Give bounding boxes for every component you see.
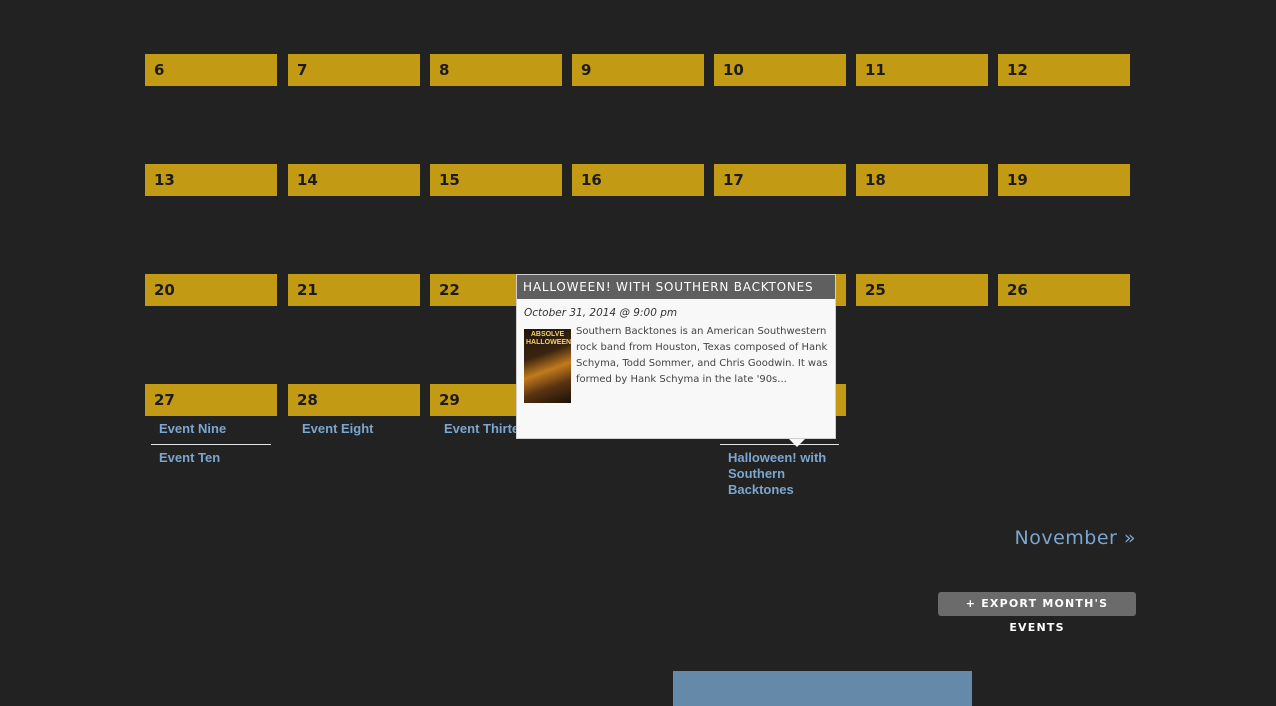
day-header-10[interactable]: 10 xyxy=(714,54,846,86)
event-link[interactable]: Event Ten xyxy=(159,450,220,466)
day-header-28[interactable]: 28 xyxy=(288,384,420,416)
poster-text: ABSOLVE HALLOWEEN xyxy=(526,331,571,346)
tooltip-title: Halloween! with Southern Backtones xyxy=(517,275,835,299)
day-header-16[interactable]: 16 xyxy=(572,164,704,196)
day-header-21[interactable]: 21 xyxy=(288,274,420,306)
day-header-26[interactable]: 26 xyxy=(998,274,1130,306)
event-divider xyxy=(720,444,839,445)
day-header-7[interactable]: 7 xyxy=(288,54,420,86)
event-divider xyxy=(151,444,271,445)
tooltip-arrow-icon xyxy=(789,439,805,447)
day-header-18[interactable]: 18 xyxy=(856,164,988,196)
day-header-6[interactable]: 6 xyxy=(145,54,277,86)
day-header-17[interactable]: 17 xyxy=(714,164,846,196)
day-header-25[interactable]: 25 xyxy=(856,274,988,306)
tooltip-description: Southern Backtones is an American Southw… xyxy=(576,326,828,385)
day-header-8[interactable]: 8 xyxy=(430,54,562,86)
day-header-14[interactable]: 14 xyxy=(288,164,420,196)
day-header-9[interactable]: 9 xyxy=(572,54,704,86)
tooltip-date: October 31, 2014 @ 9:00 pm xyxy=(524,307,678,319)
footer-block xyxy=(673,671,972,706)
event-poster-image: ABSOLVE HALLOWEEN xyxy=(524,329,571,403)
day-header-12[interactable]: 12 xyxy=(998,54,1130,86)
event-link[interactable]: Event Nine xyxy=(159,421,226,437)
event-link[interactable]: Halloween! with Southern Backtones xyxy=(728,450,838,498)
event-link[interactable]: Event Thirte xyxy=(444,421,516,437)
day-header-19[interactable]: 19 xyxy=(998,164,1130,196)
export-month-events-button[interactable]: + Export Month's Events xyxy=(938,592,1136,634)
day-header-11[interactable]: 11 xyxy=(856,54,988,86)
day-header-15[interactable]: 15 xyxy=(430,164,562,196)
event-link[interactable]: Event Eight xyxy=(302,421,374,437)
next-month-link[interactable]: November » xyxy=(1014,527,1136,549)
day-header-27[interactable]: 27 xyxy=(145,384,277,416)
day-header-13[interactable]: 13 xyxy=(145,164,277,196)
day-header-20[interactable]: 20 xyxy=(145,274,277,306)
event-tooltip: Halloween! with Southern Backtones Octob… xyxy=(516,274,836,447)
